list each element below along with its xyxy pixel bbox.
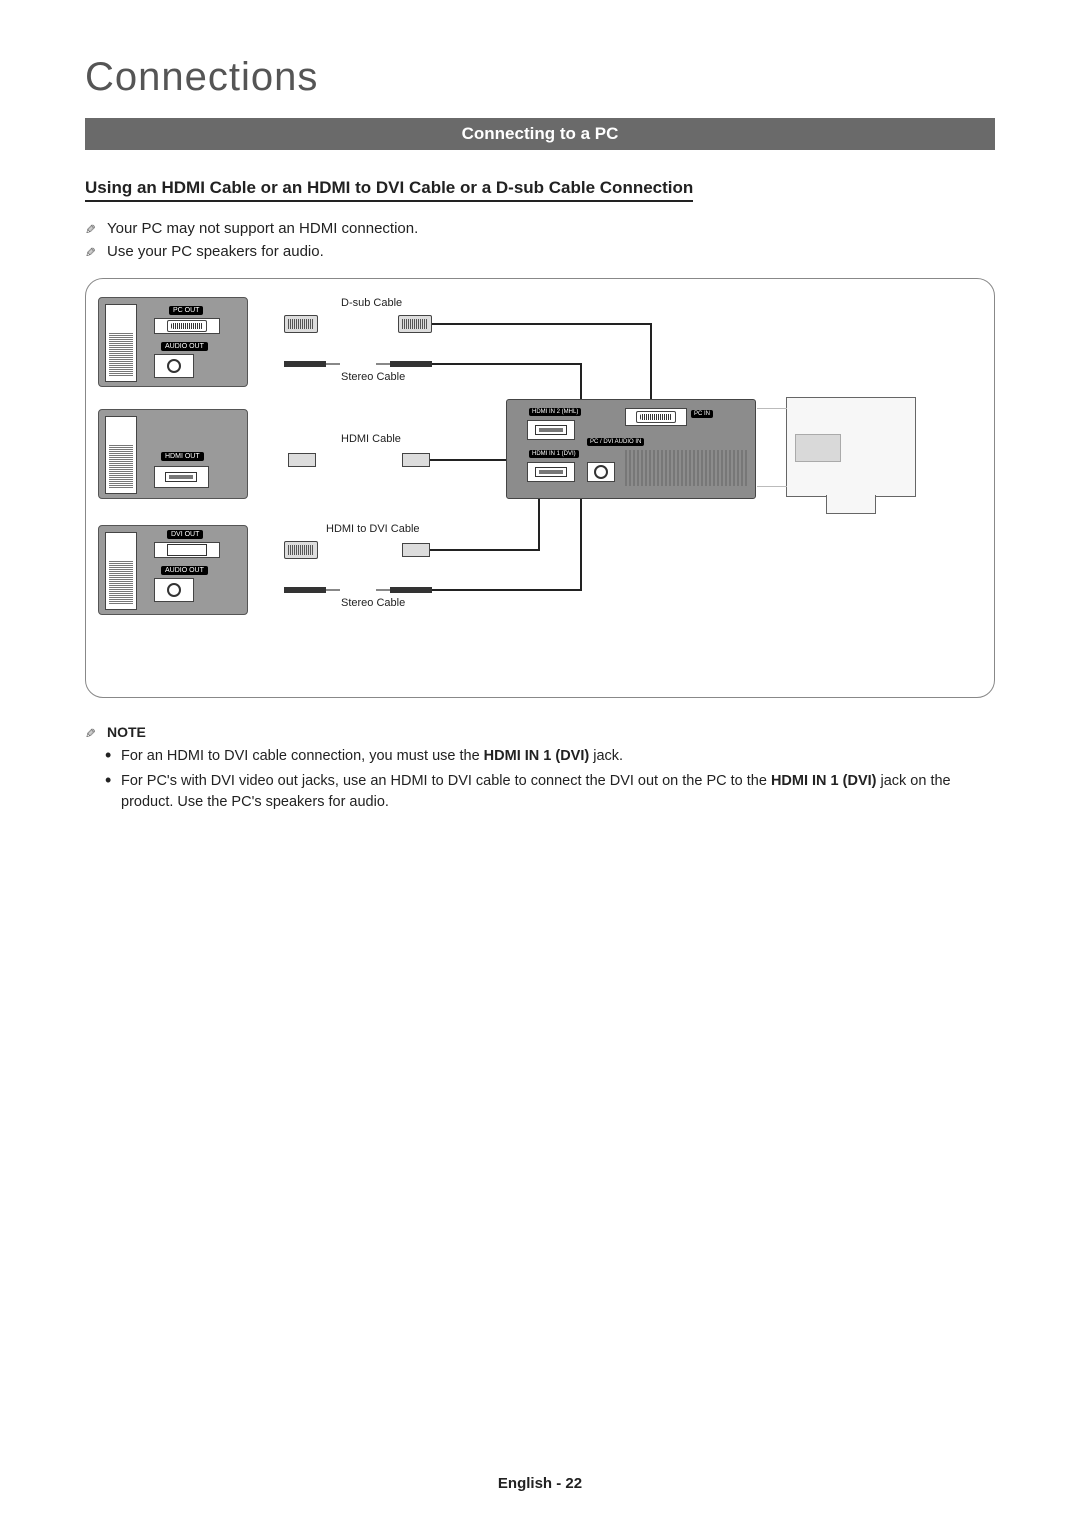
port-label: HDMI OUT: [161, 452, 204, 461]
note-icon: [85, 726, 101, 740]
note-item: For PC's with DVI video out jacks, use a…: [121, 771, 995, 813]
port-label: AUDIO OUT: [161, 342, 208, 351]
note-icon: [85, 245, 101, 259]
monitor-outline: [786, 397, 916, 497]
minijack-connector: [284, 361, 326, 367]
subheading: Using an HDMI Cable or an HDMI to DVI Ca…: [85, 178, 693, 202]
port-label: DVI OUT: [167, 530, 203, 539]
cable-label-stereo: Stereo Cable: [341, 371, 405, 383]
note-item: For an HDMI to DVI cable connection, you…: [121, 746, 995, 767]
note-text-bold: HDMI IN 1 (DVI): [484, 748, 590, 764]
cable-label-hdmi-dvi: HDMI to DVI Cable: [326, 523, 420, 535]
tv-port-label: HDMI IN 1 (DVI): [529, 450, 579, 458]
dvi-connector: [284, 541, 318, 559]
note-text: For an HDMI to DVI cable connection, you…: [121, 748, 484, 764]
tv-port-label: PC / DVI AUDIO IN: [587, 438, 644, 446]
hdmi-connector: [402, 543, 430, 557]
tv-port-label: PC IN: [691, 410, 713, 418]
note-icon: [85, 222, 101, 236]
minijack-connector: [390, 587, 432, 593]
minijack-connector: [284, 587, 326, 593]
cable-label-dsub: D-sub Cable: [341, 297, 402, 309]
section-bar: Connecting to a PC: [85, 118, 995, 150]
connection-diagram: PC OUT AUDIO OUT HDMI OUT DVI OUT AUDI: [85, 278, 995, 698]
cable-label-stereo: Stereo Cable: [341, 597, 405, 609]
cable-label-hdmi: HDMI Cable: [341, 433, 401, 445]
pre-note-2: Use your PC speakers for audio.: [85, 243, 995, 260]
port-label: AUDIO OUT: [161, 566, 208, 575]
pre-note-text: Use your PC speakers for audio.: [107, 243, 324, 260]
note-text: jack.: [589, 748, 623, 764]
note-text-bold: HDMI IN 1 (DVI): [771, 773, 877, 789]
page-title: Connections: [85, 55, 995, 100]
pc-box-dvi: DVI OUT AUDIO OUT: [98, 525, 248, 615]
note-text: For PC's with DVI video out jacks, use a…: [121, 773, 771, 789]
pc-box-hdmi: HDMI OUT: [98, 409, 248, 499]
vga-connector: [284, 315, 318, 333]
minijack-connector: [390, 361, 432, 367]
tv-back-panel: HDMI IN 2 (MHL) HDMI IN 1 (DVI) PC / DVI…: [506, 399, 756, 499]
vga-connector: [398, 315, 432, 333]
page-footer: English - 22: [0, 1475, 1080, 1492]
note-heading-row: NOTE: [85, 724, 995, 740]
hdmi-connector: [288, 453, 316, 467]
pc-box-dsub: PC OUT AUDIO OUT: [98, 297, 248, 387]
pre-note-text: Your PC may not support an HDMI connecti…: [107, 220, 418, 237]
tv-port-label: HDMI IN 2 (MHL): [529, 408, 581, 416]
note-heading: NOTE: [107, 724, 146, 740]
pre-note-1: Your PC may not support an HDMI connecti…: [85, 220, 995, 237]
hdmi-connector: [402, 453, 430, 467]
port-label: PC OUT: [169, 306, 203, 315]
